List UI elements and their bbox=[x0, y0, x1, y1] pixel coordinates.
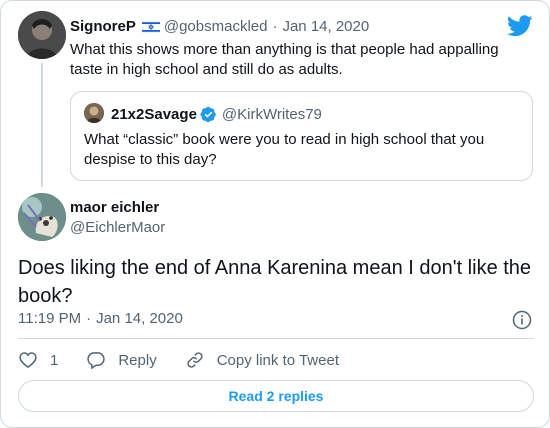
parent-separator: · bbox=[272, 17, 278, 35]
timestamp-separator: · bbox=[86, 310, 92, 327]
twitter-bird-icon[interactable] bbox=[507, 15, 533, 37]
quoted-tweet-text: What “classic” book were you to read in … bbox=[84, 131, 485, 168]
quoted-handle: @KirkWrites79 bbox=[221, 105, 322, 123]
quoted-display-name: 21x2Savage bbox=[111, 105, 197, 123]
tweet-time[interactable]: 11:19 PM bbox=[18, 310, 81, 327]
parent-handle[interactable]: @gobsmackled bbox=[164, 18, 268, 35]
info-icon[interactable] bbox=[512, 310, 532, 330]
parent-tweet-header: SignoreP @gobsmackled · Jan 14, 2020 bbox=[70, 16, 369, 36]
tweet-date[interactable]: Jan 14, 2020 bbox=[96, 310, 183, 327]
quoted-tweet-header: 21x2Savage @KirkWrites79 bbox=[111, 104, 322, 124]
thread-connector-line bbox=[41, 63, 43, 187]
reply-bubble-icon bbox=[87, 352, 106, 370]
like-count: 1 bbox=[50, 351, 59, 369]
parent-tweet-text: What this shows more than anything is th… bbox=[70, 41, 499, 78]
israel-flag-icon bbox=[141, 20, 161, 34]
parent-date[interactable]: Jan 14, 2020 bbox=[282, 18, 369, 35]
verified-badge-icon bbox=[200, 106, 216, 122]
tweet-actions: 1 Reply Copy link to Tweet bbox=[18, 348, 339, 372]
heart-icon bbox=[19, 352, 37, 369]
tweet-timestamp[interactable]: 11:19 PM · Jan 14, 2020 bbox=[18, 310, 183, 327]
reply-button[interactable]: Reply bbox=[86, 350, 157, 370]
like-button[interactable]: 1 bbox=[18, 350, 58, 370]
quoted-tweet[interactable]: 21x2Savage @KirkWrites79 What “classic” … bbox=[70, 91, 533, 181]
quoted-avatar bbox=[84, 103, 104, 123]
main-display-name[interactable]: maor eichler bbox=[70, 199, 159, 216]
link-icon bbox=[187, 352, 203, 368]
reply-label: Reply bbox=[118, 351, 157, 369]
main-handle[interactable]: @EichlerMaor bbox=[70, 219, 165, 236]
copy-link-button[interactable]: Copy link to Tweet bbox=[185, 350, 339, 370]
tweet-embed-card: SignoreP @gobsmackled · Jan 14, 2020 Wha… bbox=[0, 0, 550, 428]
divider bbox=[18, 338, 534, 339]
main-tweet-text: Does liking the end of Anna Karenina mea… bbox=[18, 257, 532, 307]
read-replies-button[interactable]: Read 2 replies bbox=[18, 380, 534, 412]
copy-link-label: Copy link to Tweet bbox=[216, 351, 339, 369]
parent-display-name[interactable]: SignoreP bbox=[70, 18, 136, 35]
signorep-avatar[interactable] bbox=[18, 11, 66, 59]
maor-eichler-avatar[interactable] bbox=[18, 193, 66, 241]
